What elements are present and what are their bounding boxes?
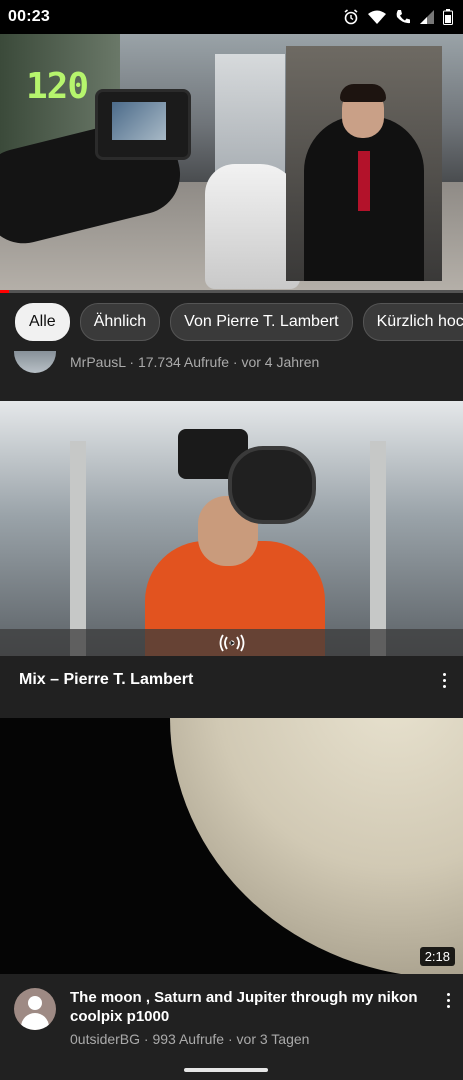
thumbnail-column	[70, 441, 86, 656]
channel-avatar[interactable]	[14, 988, 56, 1030]
video-player[interactable]: 120	[0, 34, 463, 292]
mix-overlay	[0, 629, 463, 656]
status-bar: 00:23	[0, 0, 463, 34]
player-frame-camera	[95, 89, 191, 160]
chip-recently-uploaded[interactable]: Kürzlich hoch	[362, 303, 463, 341]
mix-more-options-icon[interactable]	[434, 668, 454, 692]
video-info-row[interactable]: The moon , Saturn and Jupiter through my…	[0, 974, 463, 1054]
video-more-options-icon[interactable]	[438, 988, 458, 1012]
previous-video-row[interactable]: MrPausL · 17.734 Aufrufe · vor 4 Jahren	[0, 351, 463, 381]
player-frame-tower	[215, 54, 285, 174]
player-overlay-number: 120	[26, 66, 89, 107]
video-title[interactable]: The moon , Saturn and Jupiter through my…	[70, 988, 425, 1026]
battery-icon	[443, 9, 453, 25]
chip-similar[interactable]: Ähnlich	[79, 303, 161, 341]
thumbnail-moon	[170, 718, 463, 974]
alarm-icon	[344, 9, 358, 25]
status-time: 00:23	[8, 8, 50, 25]
previous-video-meta: MrPausL · 17.734 Aufrufe · vor 4 Jahren	[70, 354, 320, 370]
mix-thumbnail[interactable]	[0, 401, 463, 656]
home-indicator[interactable]	[184, 1068, 268, 1072]
mix-title: Mix – Pierre T. Lambert	[19, 671, 194, 688]
video-duration: 2:18	[419, 947, 455, 966]
mix-radio-icon	[219, 634, 244, 651]
wifi-icon	[368, 10, 386, 24]
signal-icon	[420, 10, 434, 24]
chip-all[interactable]: Alle	[15, 303, 70, 341]
mix-row[interactable]: Mix – Pierre T. Lambert	[0, 656, 463, 718]
system-nav-bar	[0, 1054, 463, 1080]
video-meta: 0utsiderBG · 993 Aufrufe · vor 3 Tagen	[70, 1031, 310, 1047]
channel-avatar[interactable]	[14, 351, 56, 373]
player-inset-person	[286, 46, 442, 281]
filter-chips: Alle Ähnlich Von Pierre T. Lambert Kürzl…	[0, 293, 463, 351]
status-icons	[343, 9, 453, 25]
thumbnail-column	[370, 441, 386, 656]
thumbnail-lens	[228, 446, 316, 524]
phone-icon	[396, 10, 410, 24]
chip-from-channel[interactable]: Von Pierre T. Lambert	[170, 303, 353, 341]
video-thumbnail[interactable]: 2:18	[0, 718, 463, 974]
